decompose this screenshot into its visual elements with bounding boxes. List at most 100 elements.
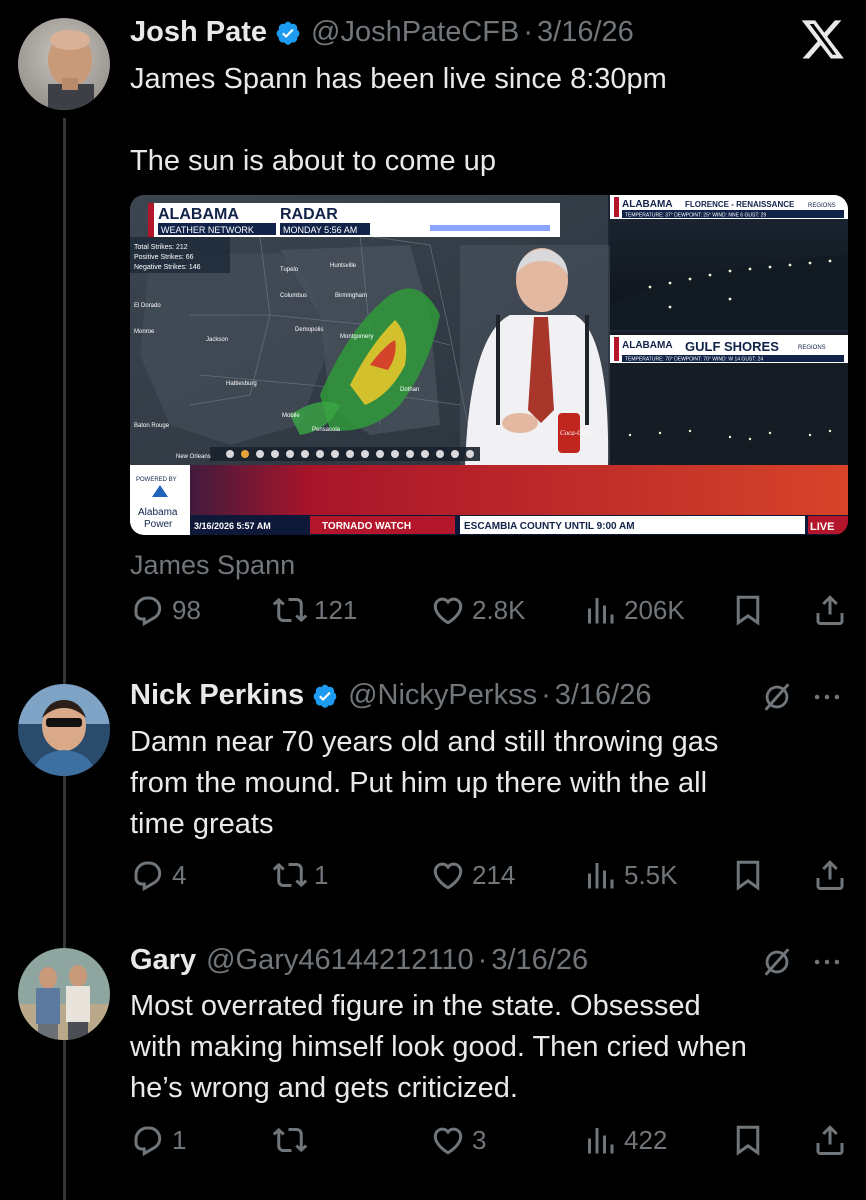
post-date[interactable]: 3/16/26 bbox=[491, 944, 588, 977]
share-button[interactable] bbox=[812, 592, 848, 628]
share-icon bbox=[816, 595, 844, 625]
like-icon bbox=[433, 1127, 463, 1155]
like-icon bbox=[433, 597, 463, 625]
svg-text:New Orleans: New Orleans bbox=[176, 454, 211, 460]
like-icon bbox=[433, 862, 463, 890]
reply-icon bbox=[134, 596, 162, 627]
cam2-sponsor: REGIONS bbox=[798, 345, 826, 351]
reply-count: 4 bbox=[172, 859, 187, 890]
reply-icon bbox=[134, 1126, 162, 1157]
tweet-header: Josh Pate @JoshPateCFB · 3/16/26 bbox=[130, 16, 634, 49]
strikes-total: Total Strikes: 212 bbox=[134, 244, 188, 251]
ticker-live: LIVE bbox=[810, 521, 834, 533]
avatar-josh-pate[interactable] bbox=[18, 18, 110, 110]
bookmark-button[interactable] bbox=[730, 857, 766, 893]
reply2-text-line2: with making himself look good. Then crie… bbox=[130, 1031, 747, 1063]
tweet-media-image[interactable]: ALABAMA RADAR WEATHER NETWORK MONDAY 5:5… bbox=[130, 195, 848, 535]
views-count: 422 bbox=[624, 1124, 668, 1155]
like-button[interactable]: 2.8K bbox=[430, 592, 526, 628]
cam2-title: ALABAMA bbox=[622, 340, 673, 351]
verified-badge-icon bbox=[313, 684, 337, 708]
reply-button[interactable]: 98 bbox=[130, 592, 201, 628]
radar-toolbar: New Orleans bbox=[176, 447, 480, 461]
tweet-text-line2: The sun is about to come up bbox=[130, 145, 496, 177]
reply-count: 1 bbox=[172, 1124, 187, 1155]
like-button[interactable]: 3 bbox=[430, 1122, 486, 1158]
views-button[interactable]: 206K bbox=[582, 592, 685, 628]
media-caption: James Spann bbox=[130, 550, 296, 580]
author-handle[interactable]: @NickyPerkss bbox=[348, 679, 537, 712]
views-count: 206K bbox=[624, 594, 685, 625]
repost-button[interactable]: 1 bbox=[272, 857, 328, 893]
like-button[interactable]: 214 bbox=[430, 857, 515, 893]
grok-icon[interactable] bbox=[760, 680, 794, 714]
bookmark-icon bbox=[736, 860, 760, 891]
separator: · bbox=[523, 16, 534, 48]
views-icon bbox=[588, 863, 614, 889]
radar-time: MONDAY 5:56 AM bbox=[283, 225, 357, 235]
views-button[interactable]: 422 bbox=[582, 1122, 667, 1158]
sponsor-line2: Power bbox=[144, 519, 173, 530]
svg-text:Demopolis: Demopolis bbox=[295, 327, 323, 333]
like-count: 3 bbox=[472, 1124, 487, 1155]
ticker-datetime: 3/16/2026 5:57 AM bbox=[194, 521, 271, 531]
reply1-header: Nick Perkins @NickyPerkss · 3/16/26 bbox=[130, 679, 652, 712]
can-label: Coca-Cola bbox=[560, 429, 591, 437]
svg-text:Birmingham: Birmingham bbox=[335, 293, 367, 299]
tweet-text-line1: James Spann has been live since 8:30pm bbox=[130, 63, 667, 95]
cam1-title: ALABAMA bbox=[622, 199, 673, 210]
reply-button[interactable]: 1 bbox=[130, 1122, 186, 1158]
post-date[interactable]: 3/16/26 bbox=[537, 16, 634, 49]
cam1-info: TEMPERATURE: 37° DEWPOINT: 25° WIND: NNE… bbox=[625, 213, 766, 219]
radar-title: ALABAMA bbox=[158, 206, 239, 223]
bookmark-button[interactable] bbox=[730, 592, 766, 628]
strikes-negative: Negative Strikes: 146 bbox=[134, 264, 201, 271]
avatar-nick-perkins[interactable] bbox=[18, 684, 110, 776]
reply2-text-line1: Most overrated figure in the state. Obse… bbox=[130, 990, 701, 1022]
more-options-icon[interactable] bbox=[810, 945, 844, 979]
like-count: 2.8K bbox=[472, 594, 526, 625]
reply1-actions: 4 1 214 5.5K bbox=[130, 857, 848, 897]
reply-count: 98 bbox=[172, 594, 201, 625]
svg-text:Mobile: Mobile bbox=[282, 413, 300, 419]
svg-text:Pensacola: Pensacola bbox=[312, 427, 341, 433]
ticker-alert: TORNADO WATCH bbox=[322, 521, 411, 532]
reply-button[interactable]: 4 bbox=[130, 857, 186, 893]
repost-icon bbox=[272, 1127, 308, 1153]
views-button[interactable]: 5.5K bbox=[582, 857, 678, 893]
author-name[interactable]: Josh Pate bbox=[130, 16, 267, 49]
x-logo-icon[interactable] bbox=[800, 16, 846, 62]
post-date[interactable]: 3/16/26 bbox=[555, 679, 652, 712]
reply2-actions: 1 3 422 bbox=[130, 1122, 848, 1162]
verified-badge-icon bbox=[276, 21, 300, 45]
author-handle[interactable]: @JoshPateCFB bbox=[311, 16, 519, 49]
bookmark-button[interactable] bbox=[730, 1122, 766, 1158]
author-name[interactable]: Gary bbox=[130, 944, 196, 977]
svg-text:Baton Rouge: Baton Rouge bbox=[134, 423, 170, 429]
share-button[interactable] bbox=[812, 1122, 848, 1158]
author-handle[interactable]: @Gary46144212110 bbox=[206, 944, 474, 977]
bookmark-icon bbox=[736, 595, 760, 626]
radar-title2: RADAR bbox=[280, 206, 338, 223]
cam1-sponsor: REGIONS bbox=[808, 203, 836, 209]
repost-button[interactable] bbox=[272, 1122, 314, 1158]
reply2-header: Gary @Gary46144212110 · 3/16/26 bbox=[130, 944, 588, 977]
avatar-gary[interactable] bbox=[18, 948, 110, 1040]
repost-button[interactable]: 121 bbox=[272, 592, 357, 628]
cam1-location: FLORENCE - RENAISSANCE bbox=[685, 200, 795, 209]
more-options-icon[interactable] bbox=[810, 680, 844, 714]
reply1-text-line2: from the mound. Put him up there with th… bbox=[130, 767, 708, 799]
svg-text:Columbus: Columbus bbox=[280, 293, 307, 299]
powered-by-label: POWERED BY bbox=[136, 477, 177, 483]
weather-broadcast-image: ALABAMA RADAR WEATHER NETWORK MONDAY 5:5… bbox=[130, 195, 848, 535]
svg-text:Montgomery: Montgomery bbox=[340, 334, 373, 340]
grok-icon[interactable] bbox=[760, 945, 794, 979]
svg-text:Jackson: Jackson bbox=[206, 337, 228, 343]
reply2-text-line3: he’s wrong and gets criticized. bbox=[130, 1072, 518, 1104]
share-button[interactable] bbox=[812, 857, 848, 893]
repost-icon bbox=[272, 862, 308, 888]
cam2-location: GULF SHORES bbox=[685, 339, 779, 354]
separator: · bbox=[541, 679, 551, 711]
author-name[interactable]: Nick Perkins bbox=[130, 679, 304, 712]
sponsor-line1: Alabama bbox=[138, 507, 178, 518]
